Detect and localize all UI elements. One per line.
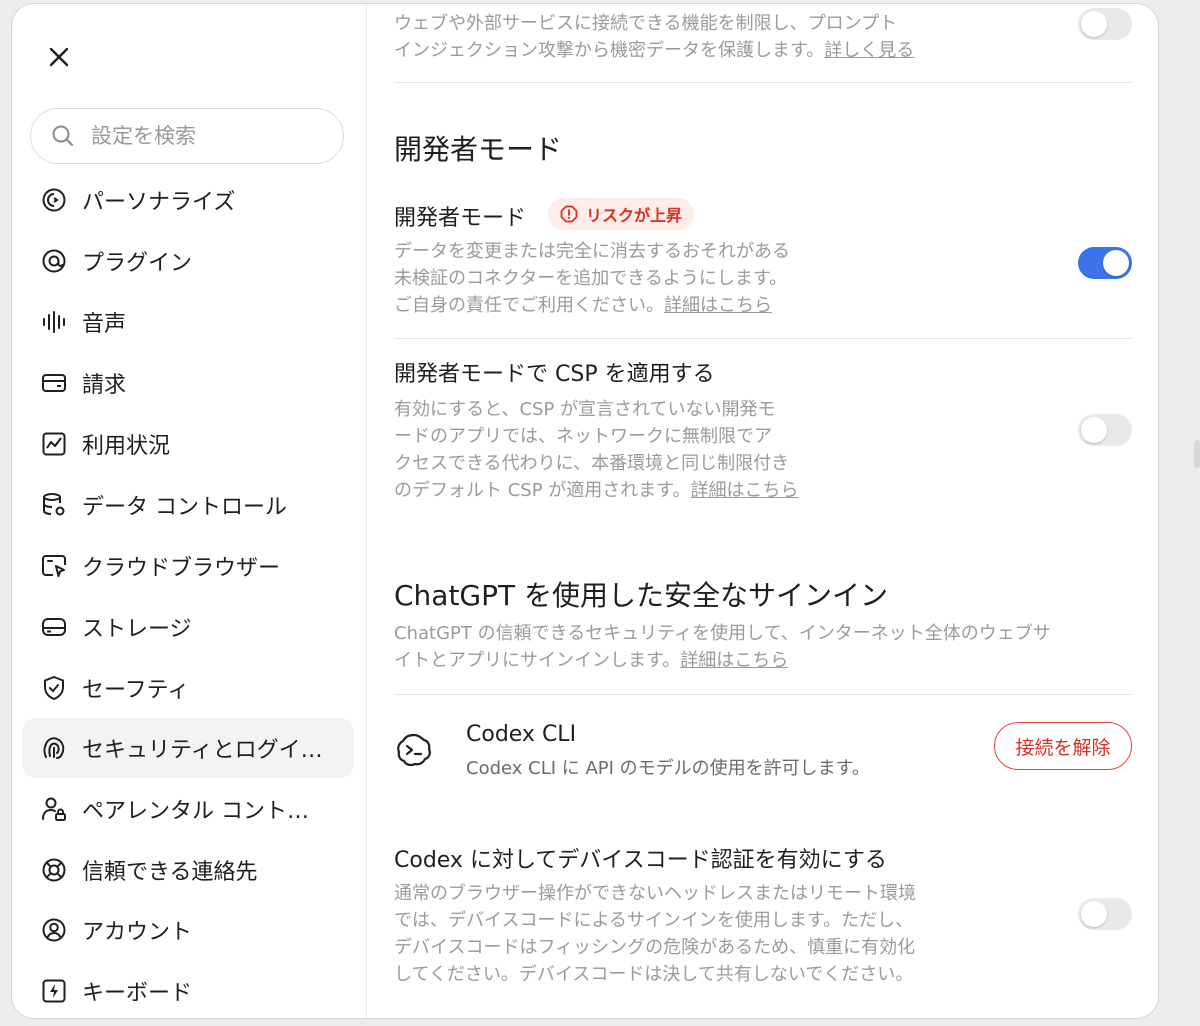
personalize-icon	[40, 186, 68, 214]
description-line: デバイスコードはフィッシングの危険があるため、慎重に有効化	[394, 937, 916, 958]
sidebar-item-plugins[interactable]: プラグイン	[22, 231, 354, 291]
divider	[394, 694, 1132, 695]
learn-more-link[interactable]: 詳しく見る	[824, 40, 914, 61]
lockdown-toggle[interactable]	[1078, 8, 1132, 40]
sidebar-item-label: アカウント	[82, 920, 193, 945]
usage-icon	[40, 430, 68, 458]
alert-icon	[560, 205, 578, 223]
description-line: 未検証のコネクターを追加できるようにします。	[394, 268, 788, 289]
divider	[394, 338, 1132, 339]
sidebar-item-label: 利用状況	[82, 434, 171, 459]
description-line: クセスできる代わりに、本番環境と同じ制限付き	[394, 453, 790, 474]
close-icon	[49, 47, 69, 67]
cloud-browser-icon	[40, 552, 68, 580]
risk-badge-label: リスクが上昇	[586, 206, 683, 225]
sidebar-item-storage[interactable]: ストレージ	[22, 597, 354, 657]
toggle-knob	[1081, 11, 1107, 37]
codex-app-icon	[394, 730, 434, 770]
lockdown-description: ウェブや外部サービスに接続できる機能を制限し、プロンプト インジェクション攻撃か…	[394, 10, 994, 64]
security-icon	[40, 734, 68, 762]
device-code-description: 通常のブラウザー操作ができないヘッドレスまたはリモート環境 では、デバイスコード…	[394, 880, 994, 988]
close-button[interactable]	[42, 40, 76, 74]
learn-more-link[interactable]: 詳細はこちら	[691, 480, 799, 501]
sidebar-item-account[interactable]: アカウント	[22, 900, 354, 960]
settings-content: ウェブや外部サービスに接続できる機能を制限し、プロンプト インジェクション攻撃か…	[394, 4, 1134, 1018]
data-controls-icon	[40, 491, 68, 519]
dev-mode-heading: 開発者モード	[394, 133, 563, 166]
billing-icon	[40, 369, 68, 397]
description-line: 有効にすると、CSP が宣言されていない開発モ	[394, 399, 776, 420]
sidebar-item-billing[interactable]: 請求	[22, 353, 354, 413]
settings-modal: パーソナライズ プラグイン 音声 請求 利用状況	[12, 4, 1158, 1018]
sidebar-item-safety[interactable]: セーフティ	[22, 658, 354, 718]
csp-description: 有効にすると、CSP が宣言されていない開発モ ードのアプリでは、ネットワークに…	[394, 396, 954, 504]
codex-app-description: Codex CLI に API のモデルの使用を許可します。	[466, 758, 870, 779]
sidebar-item-label: 音声	[82, 312, 127, 337]
sidebar-item-parental[interactable]: ペアレンタル コント…	[22, 779, 354, 839]
description-line: ChatGPT の信頼できるセキュリティを使用して、インターネット全体のウェブサ	[394, 623, 1051, 644]
voice-icon	[40, 308, 68, 336]
trusted-contacts-icon	[40, 856, 68, 884]
codex-app-name: Codex CLI	[466, 722, 577, 747]
description-line: ードのアプリでは、ネットワークに無制限でア	[394, 426, 772, 447]
description-line: のデフォルト CSP が適用されます。	[394, 480, 691, 501]
search-input[interactable]	[89, 123, 323, 149]
signin-heading: ChatGPT を使用した安全なサインイン	[394, 579, 889, 612]
plugin-icon	[40, 247, 68, 275]
device-code-title: Codex に対してデバイスコード認証を有効にする	[394, 848, 887, 873]
toggle-knob	[1103, 250, 1129, 276]
sidebar-item-cloud-browser[interactable]: クラウドブラウザー	[22, 536, 354, 596]
sidebar-item-label: ペアレンタル コント…	[82, 799, 309, 824]
sidebar-item-label: データ コントロール	[82, 495, 287, 520]
description-line: では、デバイスコードによるサインインを使用します。ただし、	[394, 910, 914, 931]
description-line: してください。デバイスコードは決して共有しないでください。	[394, 964, 914, 985]
csp-toggle[interactable]	[1078, 414, 1132, 446]
sidebar-item-label: セキュリティとログイ…	[82, 738, 323, 763]
description-line: ウェブや外部サービスに接続できる機能を制限し、プロンプト	[394, 13, 898, 34]
account-icon	[40, 916, 68, 944]
sidebar-item-label: キーボード	[82, 981, 193, 1006]
disconnect-button[interactable]: 接続を解除	[994, 722, 1132, 770]
divider	[394, 82, 1132, 83]
description-line: 通常のブラウザー操作ができないヘッドレスまたはリモート環境	[394, 883, 916, 904]
toggle-knob	[1081, 417, 1107, 443]
description-line: ご自身の責任でご利用ください。	[394, 295, 664, 316]
sidebar-item-personalize[interactable]: パーソナライズ	[22, 170, 354, 230]
dev-mode-description: データを変更または完全に消去するおそれがある 未検証のコネクターを追加できるよう…	[394, 238, 954, 319]
sidebar-item-label: セーフティ	[82, 678, 190, 703]
risk-badge: リスクが上昇	[548, 198, 695, 230]
dev-mode-toggle[interactable]	[1078, 247, 1132, 279]
settings-sidebar: パーソナライズ プラグイン 音声 請求 利用状況	[12, 4, 367, 1018]
sidebar-item-label: 請求	[82, 373, 127, 398]
sidebar-item-label: パーソナライズ	[82, 190, 236, 215]
safety-icon	[40, 674, 68, 702]
learn-more-link[interactable]: 詳細はこちら	[664, 295, 772, 316]
background-scroll-mark	[1194, 440, 1200, 468]
sidebar-item-security[interactable]: セキュリティとログイ…	[22, 718, 354, 778]
sidebar-item-voice[interactable]: 音声	[22, 292, 354, 352]
description-line: インジェクション攻撃から機密データを保護します。	[394, 40, 825, 61]
sidebar-item-data-controls[interactable]: データ コントロール	[22, 475, 354, 535]
parental-icon	[40, 795, 68, 823]
sidebar-item-label: クラウドブラウザー	[82, 556, 281, 581]
settings-search[interactable]	[30, 108, 344, 164]
sidebar-item-keyboard[interactable]: キーボード	[22, 961, 354, 1018]
signin-description: ChatGPT の信頼できるセキュリティを使用して、インターネット全体のウェブサ…	[394, 620, 1134, 674]
search-icon	[52, 125, 73, 146]
keyboard-icon	[40, 977, 68, 1005]
sidebar-item-trusted-contacts[interactable]: 信頼できる連絡先	[22, 840, 354, 900]
storage-icon	[40, 613, 68, 641]
dev-mode-title: 開発者モード	[394, 206, 527, 231]
description-line: データを変更または完全に消去するおそれがある	[394, 241, 790, 262]
sidebar-item-label: プラグイン	[82, 251, 193, 276]
sidebar-item-label: 信頼できる連絡先	[82, 860, 258, 885]
csp-title: 開発者モードで CSP を適用する	[394, 362, 715, 387]
device-code-toggle[interactable]	[1078, 898, 1132, 930]
sidebar-item-usage[interactable]: 利用状況	[22, 414, 354, 474]
sidebar-item-label: ストレージ	[82, 617, 192, 642]
learn-more-link[interactable]: 詳細はこちら	[680, 650, 788, 671]
description-line: イトとアプリにサインインします。	[394, 650, 681, 671]
toggle-knob	[1081, 901, 1107, 927]
